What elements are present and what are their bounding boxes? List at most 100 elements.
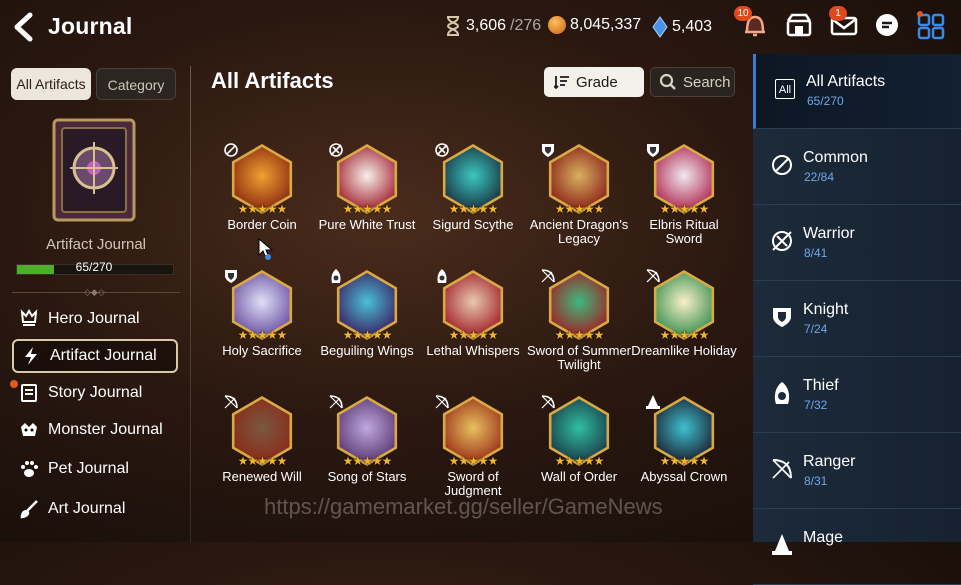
nav-story-journal[interactable]: Story Journal (10, 376, 178, 410)
star-rating: ★★★★★ (554, 202, 605, 216)
star-rating: ★★★★★ (237, 202, 288, 216)
common-class-icon (224, 143, 238, 157)
star-rating: ★★★★★ (342, 328, 393, 342)
artifact-card[interactable]: ★★★★★ Wall of Order (526, 395, 632, 484)
category-count: 65/270 (807, 94, 844, 108)
divider-ornament-icon: ◇◆◇ (84, 287, 105, 297)
new-indicator-dot (10, 380, 18, 388)
artifact-card[interactable]: ★★★★★ Holy Sacrifice (209, 270, 315, 358)
gold-counter[interactable]: 8,045,337 (548, 16, 641, 34)
artifact-name: Abyssal Crown (640, 469, 728, 484)
artifact-frame: ★★★★★ (647, 144, 719, 216)
nav-pet-journal[interactable]: Pet Journal (12, 452, 178, 486)
nav-label: Pet Journal (48, 460, 129, 477)
mage-hat-icon (769, 532, 795, 558)
notification-badge: 10 (734, 6, 752, 21)
artifact-card[interactable]: ★★★★★ Ancient Dragon's Legacy (526, 144, 632, 246)
artifact-frame: ★★★★★ (225, 270, 297, 342)
vertical-separator (190, 66, 191, 542)
watermark-text: https://gamemarket.gg/seller/GameNews (264, 494, 663, 519)
category-thief[interactable]: Thief 7/32 (753, 358, 961, 433)
category-knight[interactable]: Knight 7/24 (753, 282, 961, 357)
nav-monster-journal[interactable]: Monster Journal (12, 413, 178, 447)
nav-hero-journal[interactable]: Hero Journal (12, 302, 178, 336)
artifact-card[interactable]: ★★★★★ Sigurd Scythe (420, 143, 526, 232)
page-title: Journal (48, 13, 133, 39)
gold-value: 8,045,337 (570, 16, 642, 33)
artifact-card[interactable]: ★★★★★ Dreamlike Holiday (631, 269, 737, 358)
knight-shield-icon (769, 304, 795, 330)
stamina-counter[interactable]: 3,606/276 (444, 16, 541, 36)
grade-label: Grade (576, 73, 618, 91)
nav-art-journal[interactable]: Art Journal (12, 492, 178, 526)
lightning-icon (20, 345, 42, 367)
nav-artifact-journal[interactable]: Artifact Journal (12, 339, 178, 373)
artifact-card[interactable]: ★★★★★ Renewed Will (209, 395, 315, 484)
artifact-frame: ★★★★★ (437, 269, 508, 342)
artifact-frame: ★★★★★ (435, 395, 508, 468)
chat-button[interactable] (872, 10, 902, 40)
story-book-icon (18, 382, 40, 404)
category-name: Common (803, 149, 868, 166)
category-mage[interactable]: Mage (753, 510, 961, 585)
search-icon (659, 73, 676, 90)
shop-icon (786, 13, 812, 37)
search-button[interactable]: Search (650, 67, 735, 97)
artifact-name: Pure White Trust (318, 217, 416, 232)
all-icon: All (772, 76, 798, 102)
mail-button[interactable]: 1 (829, 6, 859, 40)
category-common[interactable]: Common 22/84 (753, 130, 961, 205)
knight-class-icon (542, 144, 554, 157)
category-warrior[interactable]: Warrior 8/41 (753, 206, 961, 281)
nav-label: Story Journal (48, 384, 143, 401)
category-ranger[interactable]: Ranger 8/31 (753, 434, 961, 509)
ranger-class-icon (435, 395, 449, 409)
warrior-class-icon (329, 143, 343, 157)
artifact-card[interactable]: ★★★★★ Lethal Whispers (420, 269, 526, 358)
artifact-card[interactable]: ★★★★★ Beguiling Wings (314, 269, 420, 358)
thief-class-icon (331, 269, 341, 283)
grid-menu-icon (917, 11, 945, 40)
artifact-card[interactable]: ★★★★★ Pure White Trust (314, 143, 420, 232)
artifact-card[interactable]: ★★★★★ Song of Stars (314, 395, 420, 484)
artifact-frame: ★★★★★ (329, 395, 402, 468)
top-bar: Journal 3,606/276 8,045,337 5,403 10 1 (0, 0, 961, 54)
star-rating: ★★★★★ (448, 454, 499, 468)
artifact-card[interactable]: ★★★★★ Sword of Judgment (420, 395, 526, 498)
star-rating: ★★★★★ (659, 328, 710, 342)
artifact-frame: ★★★★★ (331, 269, 402, 342)
ranger-bow-icon (769, 456, 795, 482)
skystone-icon (652, 16, 668, 38)
back-arrow-icon[interactable] (10, 12, 38, 42)
category-count: 8/31 (804, 474, 828, 488)
stamina-max: /276 (510, 17, 542, 34)
gold-coin-icon (548, 16, 566, 34)
artifact-frame: ★★★★★ (329, 143, 402, 216)
tab-all-artifacts[interactable]: All Artifacts (11, 68, 91, 100)
grade-sort-button[interactable]: Grade (544, 67, 644, 97)
shop-button[interactable] (784, 10, 814, 40)
artifact-card[interactable]: ★★★★★ Sword of Summer Twilight (526, 269, 632, 372)
brush-icon (18, 498, 40, 520)
artifact-frame: ★★★★★ (224, 395, 297, 468)
category-count: 7/32 (804, 398, 828, 412)
knight-class-icon (225, 270, 237, 283)
ranger-class-icon (329, 395, 343, 409)
artifact-card[interactable]: ★★★★★ Elbris Ritual Sword (631, 144, 737, 246)
menu-grid-button[interactable] (916, 10, 946, 40)
main-title: All Artifacts (211, 68, 334, 93)
warrior-class-icon (435, 143, 449, 157)
artifact-name: Sword of Summer Twilight (526, 343, 632, 372)
nav-label: Monster Journal (48, 421, 163, 438)
category-all-artifacts[interactable]: All All Artifacts 65/270 (753, 54, 961, 129)
artifact-name: Dreamlike Holiday (631, 343, 737, 358)
notification-bell-button[interactable]: 10 (734, 6, 770, 40)
artifact-card[interactable]: ★★★★★ Abyssal Crown (631, 395, 737, 484)
artifact-card[interactable]: ★★★★★ Border Coin (209, 143, 315, 232)
chat-icon (876, 14, 898, 36)
category-count: 7/24 (804, 322, 828, 336)
skystone-counter[interactable]: 5,403 (652, 16, 712, 38)
mail-badge: 1 (829, 6, 847, 21)
warrior-icon (769, 228, 795, 254)
tab-category[interactable]: Category (96, 68, 176, 100)
